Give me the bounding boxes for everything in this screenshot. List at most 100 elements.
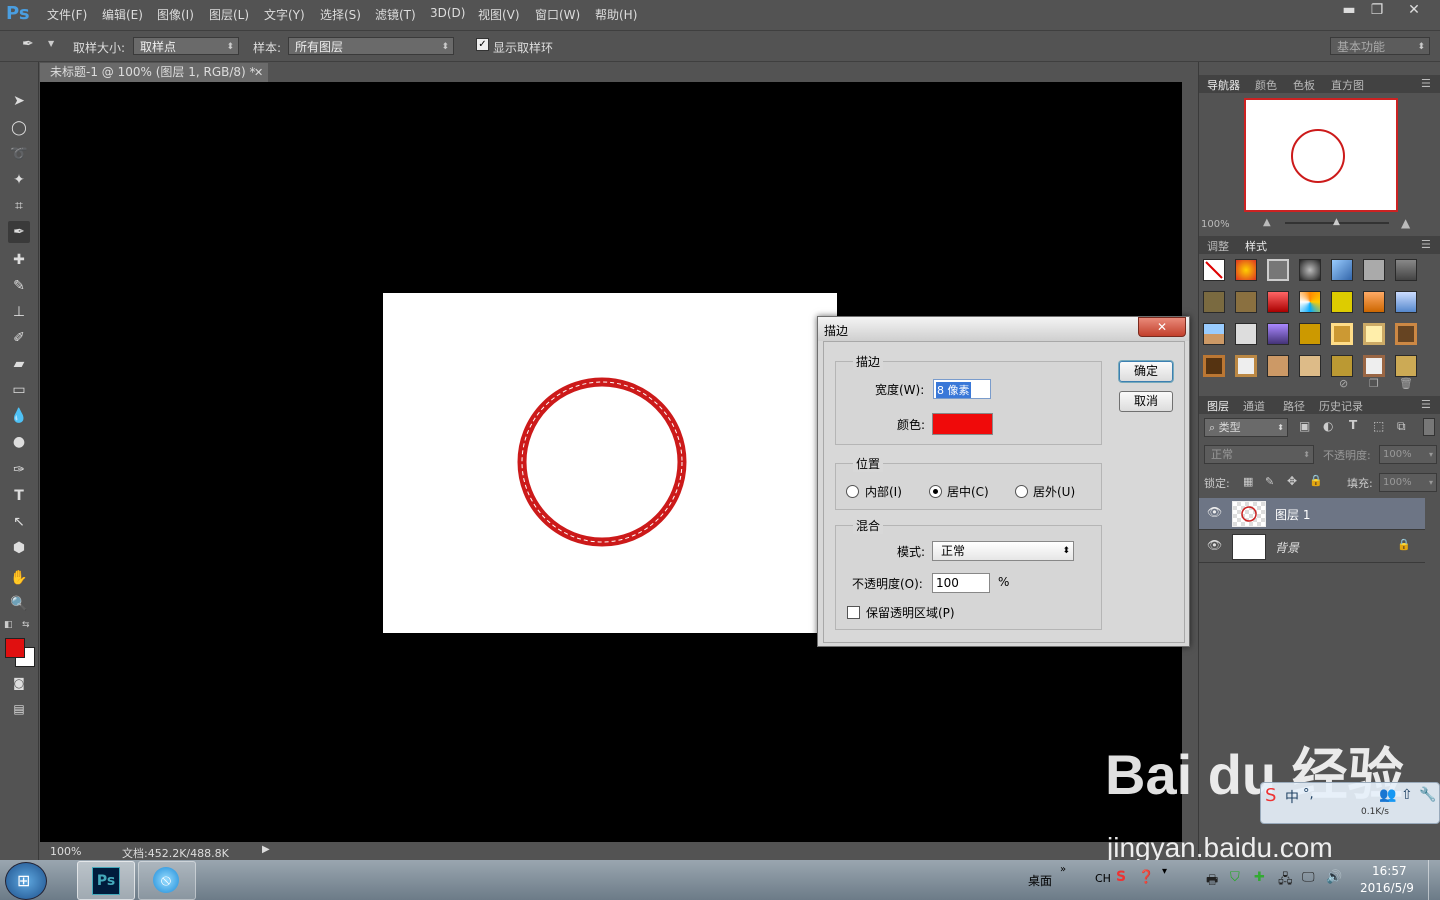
navigator-zoom[interactable]: 100%	[1201, 219, 1230, 230]
clock-date[interactable]: 2016/5/9	[1360, 881, 1414, 895]
tab-navigator[interactable]: 导航器	[1207, 77, 1240, 93]
restore-button[interactable]: ❐	[1362, 0, 1392, 20]
tab-styles[interactable]: 样式	[1245, 238, 1267, 254]
style-swatch[interactable]	[1299, 323, 1321, 345]
tab-swatches[interactable]: 色板	[1293, 77, 1315, 93]
shape-tool-icon[interactable]: ⬢	[8, 537, 30, 559]
filter-adjustment-icon[interactable]: ◐	[1323, 419, 1333, 433]
network-tray-icon[interactable]: 🖧	[1278, 870, 1293, 892]
workspace-select[interactable]: 基本功能 ⬍	[1330, 37, 1430, 55]
style-swatch[interactable]	[1363, 355, 1385, 377]
tab-adjustments[interactable]: 调整	[1207, 238, 1229, 254]
screen-mode-icon[interactable]: ▤	[8, 698, 30, 720]
fill-field[interactable]: 100% ▾	[1379, 473, 1437, 492]
stroke-color-swatch[interactable]	[932, 413, 993, 435]
printer-tray-icon[interactable]: 🖶	[1206, 871, 1218, 893]
dodge-tool-icon[interactable]: ●	[8, 431, 30, 453]
document-tab[interactable]: 未标题-1 @ 100% (图层 1, RGB/8) * ✕	[40, 63, 268, 82]
clear-style-icon[interactable]: ⊘	[1339, 377, 1348, 390]
layer-row-layer1[interactable]: 👁 图层 1	[1199, 498, 1425, 530]
eyedropper-tool-icon[interactable]: ✒	[22, 36, 34, 52]
show-ring-checkbox[interactable]: ✓	[476, 38, 489, 51]
new-style-icon[interactable]: ❐	[1369, 377, 1379, 390]
start-button[interactable]: ⊞	[5, 862, 47, 900]
layer-filter-select[interactable]: ⌕ 类型 ⬍	[1204, 418, 1288, 437]
style-swatch[interactable]	[1363, 259, 1385, 281]
delete-style-icon[interactable]: 🗑	[1399, 377, 1413, 390]
radio-outside-label[interactable]: 居外(U)	[1033, 483, 1075, 500]
style-swatch[interactable]	[1203, 323, 1225, 345]
zoom-slider-handle-icon[interactable]: ▲	[1333, 217, 1340, 227]
document-canvas[interactable]	[383, 293, 837, 633]
close-button[interactable]: ✕	[1398, 0, 1430, 20]
gradient-tool-icon[interactable]: ▭	[8, 379, 30, 401]
style-swatch[interactable]	[1299, 259, 1321, 281]
style-swatch[interactable]	[1331, 259, 1353, 281]
tab-history[interactable]: 历史记录	[1319, 398, 1363, 414]
status-menu-arrow-icon[interactable]: ▶	[262, 844, 270, 855]
style-swatch[interactable]	[1235, 355, 1257, 377]
default-colors-icon[interactable]: ◧	[4, 620, 13, 630]
menu-3d[interactable]: 3D(D)	[430, 6, 465, 20]
radio-inside-label[interactable]: 内部(I)	[865, 483, 902, 500]
zoom-in-icon[interactable]: ▲	[1401, 216, 1410, 230]
show-desktop-button[interactable]	[1428, 860, 1440, 900]
style-swatch[interactable]	[1235, 259, 1257, 281]
panel-menu-icon[interactable]: ☰	[1421, 398, 1431, 411]
elliptical-marquee-tool-icon[interactable]: ◯	[8, 117, 30, 139]
layer-name[interactable]: 图层 1	[1275, 506, 1310, 523]
display-tray-icon[interactable]: 🖵	[1302, 870, 1315, 885]
ime-users-icon[interactable]: 👥	[1379, 787, 1396, 803]
menu-layer[interactable]: 图层(L)	[209, 6, 249, 23]
cancel-button[interactable]: 取消	[1119, 391, 1173, 412]
style-swatch[interactable]	[1267, 259, 1289, 281]
style-swatch[interactable]	[1363, 291, 1385, 313]
input-method-floating-bar[interactable]: S 中 °, 👥 ⇧ 🔧 0.1K/s	[1260, 782, 1440, 824]
menu-edit[interactable]: 编辑(E)	[102, 6, 143, 23]
opacity-field[interactable]: 100	[932, 573, 990, 593]
desktop-toolbar-label[interactable]: 桌面	[1028, 872, 1052, 889]
clone-stamp-tool-icon[interactable]: ⊥	[8, 301, 30, 323]
visibility-eye-icon[interactable]: 👁	[1207, 538, 1222, 552]
tray-expand-icon[interactable]: ▾	[1162, 866, 1167, 877]
style-swatch[interactable]	[1235, 291, 1257, 313]
style-swatch[interactable]	[1203, 291, 1225, 313]
panel-menu-icon[interactable]: ☰	[1421, 238, 1431, 251]
radio-outside[interactable]	[1015, 485, 1028, 498]
layer-name[interactable]: 背景	[1275, 539, 1299, 556]
filter-toggle[interactable]	[1423, 418, 1435, 436]
menu-type[interactable]: 文字(Y)	[264, 6, 305, 23]
radio-inside[interactable]	[846, 485, 859, 498]
menu-image[interactable]: 图像(I)	[157, 6, 194, 23]
lock-pixels-icon[interactable]: ✎	[1265, 475, 1274, 488]
clock-time[interactable]: 16:57	[1372, 864, 1407, 878]
ime-settings-icon[interactable]: 🔧	[1419, 787, 1436, 803]
filter-smart-object-icon[interactable]: ⧉	[1397, 419, 1406, 434]
crop-tool-icon[interactable]: ⌗	[8, 195, 30, 217]
ime-chinese-mode-icon[interactable]: 中	[1285, 787, 1299, 807]
filter-type-icon[interactable]: T	[1349, 418, 1357, 432]
menu-select[interactable]: 选择(S)	[320, 6, 361, 23]
foreground-color-swatch[interactable]	[5, 638, 25, 658]
pen-tool-icon[interactable]: ✑	[8, 459, 30, 481]
lasso-tool-icon[interactable]: ➰	[8, 143, 30, 165]
zoom-out-icon[interactable]: ▲	[1263, 217, 1271, 228]
style-swatch[interactable]	[1363, 323, 1385, 345]
ime-upload-icon[interactable]: ⇧	[1401, 787, 1413, 803]
lock-position-icon[interactable]: ✥	[1287, 474, 1297, 488]
tab-paths[interactable]: 路径	[1283, 398, 1305, 414]
security-tray-icon[interactable]: ⛉	[1230, 870, 1240, 885]
toolbar-expand-icon[interactable]: »	[1060, 864, 1066, 875]
filter-shape-icon[interactable]: ⬚	[1373, 419, 1384, 433]
style-swatch[interactable]	[1395, 291, 1417, 313]
path-selection-tool-icon[interactable]: ↖	[8, 511, 30, 533]
volume-tray-icon[interactable]: 🔊	[1326, 870, 1342, 885]
blend-mode-select[interactable]: 正常 ⬍	[1204, 445, 1314, 464]
style-swatch[interactable]	[1267, 355, 1289, 377]
tab-color[interactable]: 颜色	[1255, 77, 1277, 93]
close-tab-icon[interactable]: ✕	[254, 63, 263, 82]
type-tool-icon[interactable]: T	[8, 485, 30, 507]
tab-histogram[interactable]: 直方图	[1331, 77, 1364, 93]
style-swatch-none[interactable]	[1203, 259, 1225, 281]
preserve-transparency-label[interactable]: 保留透明区域(P)	[866, 604, 955, 621]
